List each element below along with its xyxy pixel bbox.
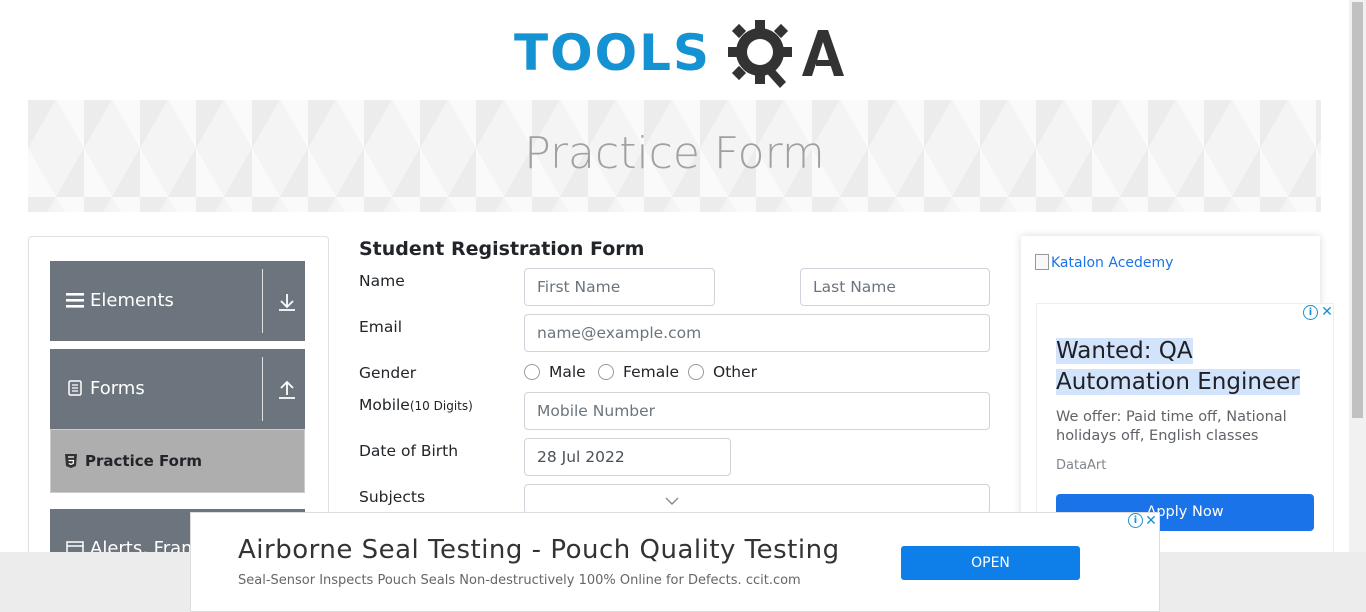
document-icon bbox=[68, 380, 82, 396]
sidebar-item-label: Practice Form bbox=[85, 452, 202, 470]
open-button[interactable]: OPEN bbox=[901, 546, 1080, 580]
bottom-ad-info-icon[interactable]: i bbox=[1128, 513, 1143, 528]
page-scrollbar[interactable] bbox=[1349, 0, 1366, 552]
katalon-alt-text: Katalon Acedemy bbox=[1051, 255, 1174, 271]
radio-circle[interactable] bbox=[524, 364, 540, 380]
hamburger-icon bbox=[66, 293, 84, 308]
broken-image-icon bbox=[1035, 254, 1049, 270]
radio-label: Other bbox=[713, 363, 758, 381]
sidebar-group-elements[interactable]: Elements bbox=[50, 261, 305, 341]
toolsqa-logo[interactable]: TOOLS bbox=[514, 14, 844, 92]
radio-circle[interactable] bbox=[598, 364, 614, 380]
radio-label: Male bbox=[549, 363, 586, 381]
radio-circle[interactable] bbox=[688, 364, 704, 380]
sidebar-group-label: Elements bbox=[90, 290, 174, 311]
first-name-input[interactable]: First Name bbox=[524, 268, 715, 306]
page: TOOLS Practice Form Elements Forms Pract… bbox=[0, 0, 1366, 612]
html5-icon bbox=[65, 454, 77, 468]
ad-body: We offer: Paid time off, National holida… bbox=[1056, 409, 1287, 444]
mobile-label-text: Mobile bbox=[359, 396, 410, 414]
mobile-label: Mobile(10 Digits) bbox=[359, 396, 473, 414]
date-of-birth-input[interactable]: 28 Jul 2022 bbox=[524, 438, 731, 476]
upload-arrow-icon bbox=[279, 380, 295, 399]
bottom-ad-title[interactable]: Airborne Seal Testing - Pouch Quality Te… bbox=[238, 535, 840, 565]
scrollbar-thumb[interactable] bbox=[1352, 2, 1363, 418]
subjects-label: Subjects bbox=[359, 488, 426, 506]
email-input[interactable]: name@example.com bbox=[524, 314, 990, 352]
sidebar-group-label: Forms bbox=[90, 378, 145, 399]
download-arrow-icon bbox=[279, 294, 295, 311]
dob-label: Date of Birth bbox=[359, 442, 459, 460]
ad-headline-text: Wanted: QA Automation Engineer bbox=[1056, 338, 1300, 395]
logo-text-tools: TOOLS bbox=[514, 24, 711, 82]
page-banner: Practice Form bbox=[28, 100, 1321, 212]
ad-info-icon[interactable]: i bbox=[1303, 305, 1318, 320]
bottom-ad-banner[interactable]: Airborne Seal Testing - Pouch Quality Te… bbox=[190, 512, 1160, 612]
ad-headline[interactable]: Wanted: QA Automation Engineer bbox=[1056, 336, 1318, 398]
mobile-hint: (10 Digits) bbox=[409, 399, 473, 413]
logo-qa-gear-icon bbox=[728, 20, 844, 88]
sidebar-group-forms[interactable]: Forms bbox=[50, 349, 305, 429]
last-name-input[interactable]: Last Name bbox=[800, 268, 990, 306]
ad-source: DataArt bbox=[1056, 458, 1107, 473]
email-label: Email bbox=[359, 318, 403, 336]
page-title: Practice Form bbox=[524, 128, 825, 179]
mobile-input[interactable]: Mobile Number bbox=[524, 392, 990, 430]
bottom-ad-description: Seal-Sensor Inspects Pouch Seals Non-des… bbox=[238, 573, 801, 588]
chevron-down-icon bbox=[665, 497, 679, 505]
divider bbox=[262, 357, 263, 421]
ad-close-icon[interactable]: ✕ bbox=[1319, 304, 1335, 320]
bottom-ad-close-icon[interactable]: ✕ bbox=[1143, 513, 1159, 529]
name-label: Name bbox=[359, 272, 405, 290]
sidebar-item-practice-form[interactable]: Practice Form bbox=[50, 429, 305, 493]
subjects-input[interactable] bbox=[524, 484, 990, 514]
divider bbox=[262, 269, 263, 333]
radio-label: Female bbox=[623, 363, 680, 381]
katalon-ad-image[interactable]: Katalon Acedemy bbox=[1035, 254, 1173, 271]
gender-label: Gender bbox=[359, 364, 417, 382]
form-title: Student Registration Form bbox=[359, 238, 645, 260]
